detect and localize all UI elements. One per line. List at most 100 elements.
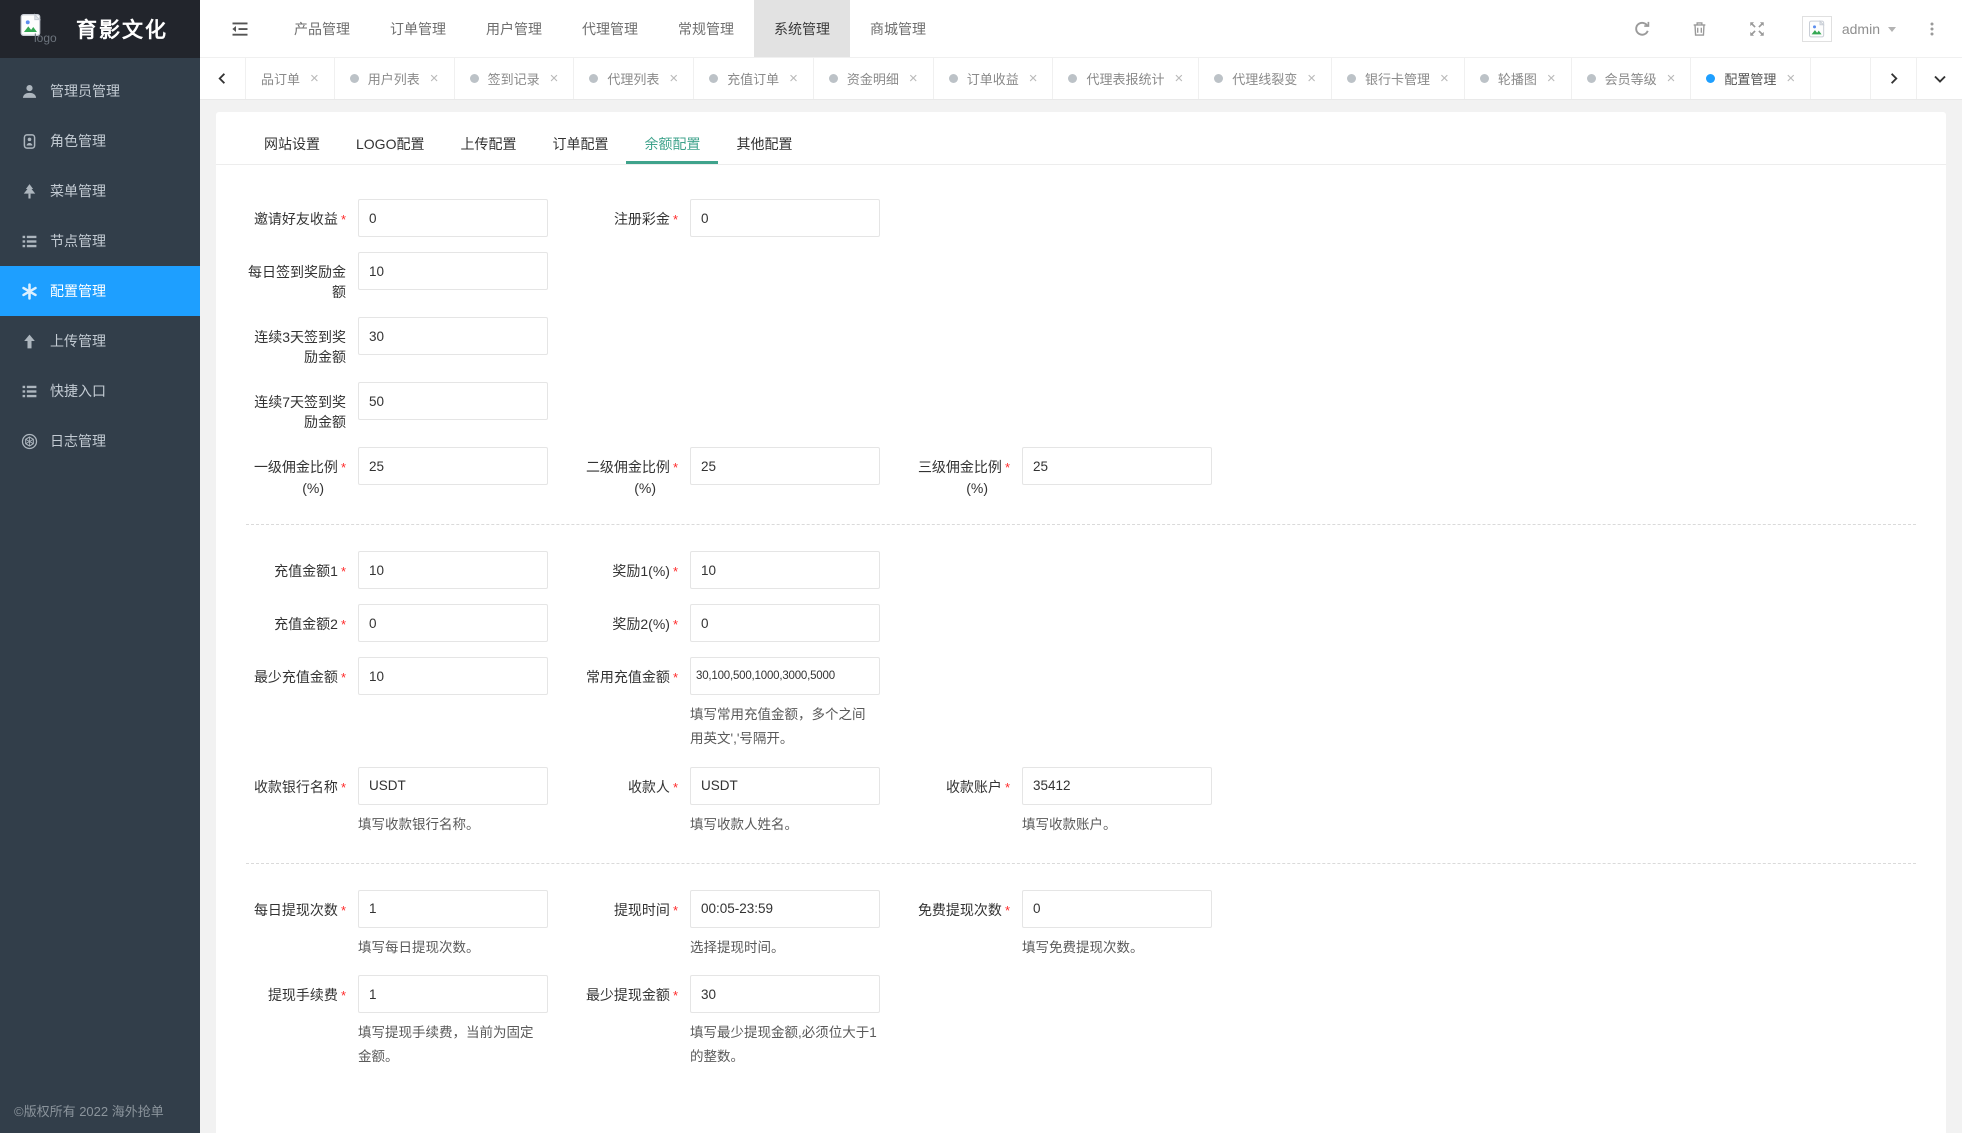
tabs-menu-button[interactable] — [1916, 58, 1962, 99]
open-tab[interactable]: 代理列表 × — [574, 58, 694, 99]
sidebar-item-tree[interactable]: 菜单管理 — [0, 166, 200, 216]
field-label: 连续3天签到奖励金额 — [246, 317, 346, 367]
tab-close-icon[interactable]: × — [1786, 71, 1795, 86]
topnav-item-label: 常规管理 — [678, 19, 734, 39]
form-input[interactable] — [1022, 767, 1212, 805]
settings-tab[interactable]: 余额配置 — [626, 124, 718, 164]
open-tab[interactable]: 银行卡管理 × — [1332, 58, 1465, 99]
form-row: 连续7天签到奖励金额 — [246, 382, 1916, 432]
topnav-item-label: 代理管理 — [582, 19, 638, 39]
topnav-item[interactable]: 商城管理 — [850, 0, 946, 57]
tab-close-icon[interactable]: × — [550, 71, 559, 86]
open-tab[interactable]: 资金明细 × — [814, 58, 934, 99]
sidebar-item-badge[interactable]: 角色管理 — [0, 116, 200, 166]
field-label: 邀请好友收益* — [246, 199, 346, 230]
tab-close-icon[interactable]: × — [430, 71, 439, 86]
tab-close-icon[interactable]: × — [1440, 71, 1449, 86]
broken-image-icon — [1802, 16, 1832, 42]
form-input[interactable] — [690, 890, 880, 928]
tab-close-icon[interactable]: × — [1667, 71, 1676, 86]
user-dropdown[interactable]: admin — [1802, 16, 1898, 42]
required-asterisk: * — [1005, 780, 1010, 795]
required-asterisk: * — [1005, 460, 1010, 475]
field-label: 收款银行名称* — [246, 767, 346, 798]
form-input[interactable] — [690, 551, 880, 589]
form-input[interactable] — [690, 767, 880, 805]
settings-tab[interactable]: 订单配置 — [534, 124, 626, 164]
settings-tab[interactable]: 上传配置 — [442, 124, 534, 164]
form-input[interactable] — [1022, 447, 1212, 485]
tab-close-icon[interactable]: × — [1547, 71, 1556, 86]
open-tab[interactable]: 轮播图 × — [1465, 58, 1572, 99]
tab-status-dot — [470, 74, 479, 83]
sidebar-item-list[interactable]: 快捷入口 — [0, 366, 200, 416]
tab-close-icon[interactable]: × — [310, 71, 319, 86]
form-input[interactable] — [690, 447, 880, 485]
open-tabs-bar: 品订单 × 用户列表 × 签到记录 × 代理列表 × 充值订单 × 资金明细 ×… — [200, 58, 1962, 100]
tab-close-icon[interactable]: × — [1307, 71, 1316, 86]
open-tab[interactable]: 订单收益 × — [934, 58, 1054, 99]
form-input[interactable] — [358, 447, 548, 485]
topnav-item[interactable]: 用户管理 — [466, 0, 562, 57]
tabs-scroll-left-button[interactable] — [200, 58, 246, 99]
form-input[interactable] — [358, 551, 548, 589]
tabs-scroll-right-button[interactable] — [1870, 58, 1916, 99]
form-input[interactable] — [358, 382, 548, 420]
form-input[interactable] — [690, 975, 880, 1013]
sidebar-item-asterisk[interactable]: 配置管理 — [0, 266, 200, 316]
fullscreen-button[interactable] — [1742, 14, 1772, 44]
open-tab[interactable]: 代理线裂变 × — [1199, 58, 1332, 99]
topnav-item[interactable]: 系统管理 — [754, 0, 850, 57]
refresh-button[interactable] — [1627, 14, 1657, 44]
tab-close-icon[interactable]: × — [909, 71, 918, 86]
topnav-item[interactable]: 产品管理 — [274, 0, 370, 57]
form-input[interactable] — [358, 657, 548, 695]
form-input[interactable] — [358, 975, 548, 1013]
menu-collapse-icon[interactable] — [230, 19, 250, 39]
form-input[interactable] — [358, 604, 548, 642]
open-tab[interactable]: 品订单 × — [246, 58, 335, 99]
open-tab[interactable]: 配置管理 × — [1691, 58, 1811, 99]
field-label-unit: (%) — [246, 478, 346, 498]
field-label: 提现时间* — [578, 890, 678, 921]
form-input[interactable] — [690, 604, 880, 642]
sidebar-item-upload[interactable]: 上传管理 — [0, 316, 200, 366]
open-tab[interactable]: 充值订单 × — [694, 58, 814, 99]
form-input[interactable] — [1022, 890, 1212, 928]
settings-card: 网站设置 LOGO配置 上传配置 订单配置 余额配置 其他配置 邀请好友收益* … — [216, 112, 1946, 1133]
open-tab[interactable]: 会员等级 × — [1572, 58, 1692, 99]
more-vertical-button[interactable] — [1920, 17, 1944, 41]
tab-close-icon[interactable]: × — [669, 71, 678, 86]
tab-close-icon[interactable]: × — [789, 71, 798, 86]
topnav-item[interactable]: 常规管理 — [658, 0, 754, 57]
sidebar-item-list[interactable]: 节点管理 — [0, 216, 200, 266]
sidebar-item-log[interactable]: 日志管理 — [0, 416, 200, 466]
trash-button[interactable] — [1685, 14, 1714, 44]
settings-tab[interactable]: 网站设置 — [246, 124, 338, 164]
topnav-item[interactable]: 代理管理 — [562, 0, 658, 57]
form-input[interactable] — [358, 767, 548, 805]
sidebar-item-user[interactable]: 管理员管理 — [0, 66, 200, 116]
form-input[interactable] — [690, 657, 880, 695]
open-tabs: 品订单 × 用户列表 × 签到记录 × 代理列表 × 充值订单 × 资金明细 ×… — [246, 58, 1870, 99]
open-tab[interactable]: 用户列表 × — [335, 58, 455, 99]
tab-close-icon[interactable]: × — [1174, 71, 1183, 86]
settings-tab[interactable]: LOGO配置 — [338, 124, 442, 164]
form-input[interactable] — [358, 317, 548, 355]
field-label: 每日签到奖励金额 — [246, 252, 346, 302]
topnav-item[interactable]: 订单管理 — [370, 0, 466, 57]
tab-label: 资金明细 — [847, 69, 899, 88]
open-tab[interactable]: 代理表报统计 × — [1053, 58, 1199, 99]
field-label: 奖励2(%)* — [578, 604, 678, 635]
form-input[interactable] — [358, 890, 548, 928]
tab-status-dot — [709, 74, 718, 83]
form-input[interactable] — [690, 199, 880, 237]
logo-broken-image: logo — [16, 9, 60, 49]
form-input[interactable] — [358, 199, 548, 237]
settings-tab[interactable]: 其他配置 — [718, 124, 810, 164]
field-label: 二级佣金比例*(%) — [578, 447, 678, 498]
tab-close-icon[interactable]: × — [1029, 71, 1038, 86]
form-row: 充值金额2* 奖励2(%)* — [246, 604, 1916, 642]
form-input[interactable] — [358, 252, 548, 290]
open-tab[interactable]: 签到记录 × — [455, 58, 575, 99]
